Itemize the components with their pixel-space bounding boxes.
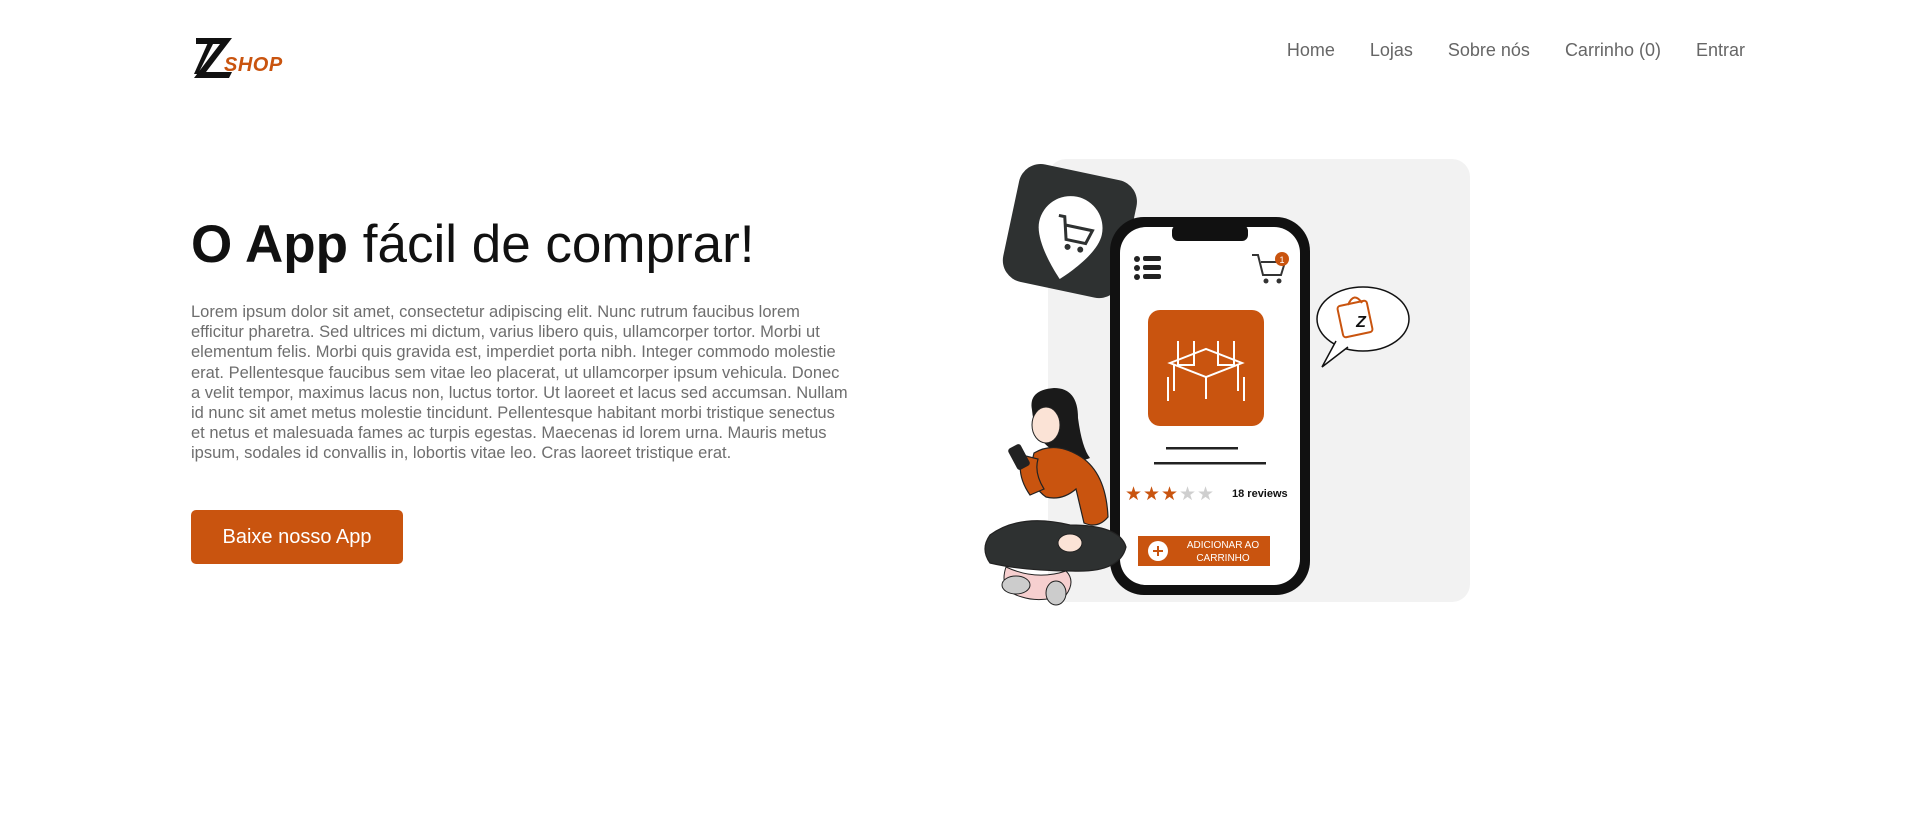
reviews-count: 18 reviews bbox=[1232, 488, 1288, 500]
hero-title-bold: O App bbox=[191, 215, 349, 274]
add-to-cart-label-line2: CARRINHO bbox=[1196, 553, 1250, 564]
download-app-button[interactable]: Baixe nosso App bbox=[191, 510, 403, 564]
star-filled-icon: ★ bbox=[1161, 483, 1178, 505]
bubble-logo-letter: Z bbox=[1355, 314, 1367, 331]
brand-logo[interactable]: SHOP bbox=[192, 34, 302, 82]
nav-carrinho[interactable]: Carrinho (0) bbox=[1565, 40, 1661, 61]
hero-title: O App fácil de comprar! bbox=[191, 212, 755, 277]
star-filled-icon: ★ bbox=[1125, 483, 1142, 505]
star-filled-icon: ★ bbox=[1143, 483, 1160, 505]
logo-text: SHOP bbox=[224, 54, 283, 76]
star-empty-icon: ★ bbox=[1197, 483, 1214, 505]
nav-entrar[interactable]: Entrar bbox=[1696, 40, 1745, 61]
star-empty-icon: ★ bbox=[1179, 483, 1196, 505]
nav-home[interactable]: Home bbox=[1287, 40, 1335, 61]
top-navigation: Home Lojas Sobre nós Carrinho (0) Entrar bbox=[1252, 40, 1745, 61]
hero-description: Lorem ipsum dolor sit amet, consectetur … bbox=[191, 303, 848, 463]
nav-lojas[interactable]: Lojas bbox=[1370, 40, 1413, 61]
product-subtitle-line bbox=[1154, 462, 1266, 465]
product-title-line bbox=[1166, 447, 1238, 450]
hero-illustration: 1 ★ ★ ★ ★ ★ 18 reviews ADICIONAR AO CARRINHO bbox=[960, 155, 1480, 615]
add-to-cart-label-line1: ADICIONAR AO bbox=[1187, 540, 1259, 551]
menu-list-icon bbox=[1134, 256, 1161, 280]
product-image-tile bbox=[1148, 310, 1264, 426]
phone-mockup: 1 ★ ★ ★ ★ ★ 18 reviews ADICIONAR AO CARRINHO bbox=[1110, 217, 1310, 595]
rating-stars: ★ ★ ★ ★ ★ bbox=[1125, 483, 1214, 505]
nav-sobre-nos[interactable]: Sobre nós bbox=[1448, 40, 1530, 61]
cart-badge-count: 1 bbox=[1279, 255, 1284, 265]
shopping-app-illustration: 1 ★ ★ ★ ★ ★ 18 reviews ADICIONAR AO CARRINHO bbox=[984, 159, 1470, 606]
hero-title-rest: fácil de comprar! bbox=[348, 215, 755, 274]
